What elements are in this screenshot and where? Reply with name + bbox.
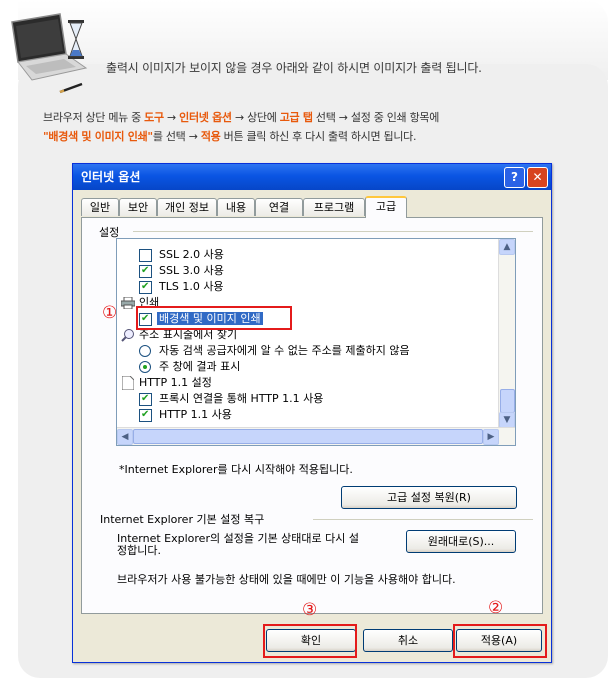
horizontal-scrollbar[interactable]: ◀ ▶ [117,427,515,445]
list-item-label: HTTP 1.1 사용 [159,408,232,421]
callout-number-2: ② [488,598,504,618]
list-item-label: 주 창에 결과 표시 [159,360,241,373]
list-item-label: 프록시 연결을 통해 HTTP 1.1 사용 [159,392,324,405]
internet-options-dialog: 인터넷 옵션 ? ✕ 일반 보안 개인 정보 내용 연결 프로그램 고급 설정 … [72,163,552,663]
list-item[interactable]: 주 창에 결과 표시 [139,359,240,375]
reset-group-label: Internet Explorer 기본 설정 복구 [100,513,265,526]
scroll-down-icon[interactable]: ▼ [499,412,515,428]
divider [313,519,533,520]
checkbox-ssl2[interactable] [139,249,152,262]
instr-text: 를 선택 → [152,130,201,143]
tab-programs[interactable]: 프로그램 [303,198,365,216]
list-item[interactable]: 프록시 연결을 통해 HTTP 1.1 사용 [139,391,323,407]
magnifier-icon [121,329,134,342]
callout-box-ok [263,624,357,658]
restart-note: *Internet Explorer를 다시 시작해야 적용됩니다. [119,463,353,476]
list-item-label: SSL 2.0 사용 [159,248,224,261]
scroll-right-icon[interactable]: ▶ [483,429,499,445]
instr-advanced-tab: 고급 탭 [279,111,313,124]
callout-number-3: ③ [302,600,318,620]
headline-text: 출력시 이미지가 보이지 않을 경우 아래와 같이 하시면 이미지가 출력 됩니… [106,61,482,75]
tab-general[interactable]: 일반 [81,198,119,216]
list-item-label: TLS 1.0 사용 [159,280,224,293]
list-item[interactable]: TLS 1.0 사용 [139,279,224,295]
checkbox-tls1[interactable] [139,279,152,295]
checkbox-http11[interactable] [139,407,152,423]
tab-privacy[interactable]: 개인 정보 [157,198,217,216]
cancel-button[interactable]: 취소 [363,629,453,652]
printer-icon [121,297,135,309]
dialog-title: 인터넷 옵션 [81,170,141,184]
list-item-label: 자동 검색 공급자에게 알 수 없는 주소를 제출하지 않음 [159,344,410,357]
instr-text: 버튼 클릭 하신 후 다시 출력 하시면 됩니다. [220,130,417,143]
settings-listbox[interactable]: SSL 2.0 사용 SSL 3.0 사용 TLS 1.0 사용 인쇄 배경색 … [116,238,516,446]
divider [133,231,533,232]
scroll-up-icon[interactable]: ▲ [499,239,515,255]
checkbox-ssl3[interactable] [139,263,152,279]
instr-text: → 상단에 [231,111,280,124]
scroll-left-icon[interactable]: ◀ [117,429,133,445]
instruction-line-1: 브라우저 상단 메뉴 중 도구 → 인터넷 옵션 → 상단에 고급 탭 선택 →… [43,109,439,125]
dialog-titlebar[interactable]: 인터넷 옵션 ? ✕ [73,164,551,190]
instr-quoted-item: "배경색 및 이미지 인쇄" [43,130,153,143]
tab-advanced[interactable]: 고급 [365,196,407,218]
instr-apply: 적용 [200,130,221,143]
list-item[interactable]: 자동 검색 공급자에게 알 수 없는 주소를 제출하지 않음 [139,343,410,359]
callout-number-1: ① [102,303,118,323]
page-icon [122,376,134,390]
instr-text: 브라우저 상단 메뉴 중 [43,111,145,124]
vertical-scrollbar[interactable]: ▲ ▼ [498,239,515,428]
tab-security[interactable]: 보안 [119,198,157,216]
list-category-label: HTTP 1.1 설정 [139,376,212,389]
list-item[interactable]: SSL 2.0 사용 [139,247,224,263]
list-item[interactable]: HTTP 1.1 사용 [139,407,232,423]
vertical-scroll-thumb[interactable] [500,389,515,413]
horizontal-scroll-thumb[interactable] [133,429,483,444]
list-item[interactable]: SSL 3.0 사용 [139,263,224,279]
laptop-icon [11,13,88,94]
reset-description-line2: 정합니다. [117,544,161,557]
tab-connections[interactable]: 연결 [255,198,303,216]
radio-show-results[interactable] [139,361,151,373]
callout-box-print-background [136,306,292,330]
callout-box-apply [453,624,547,658]
instr-text: → [163,111,180,124]
list-item-label: SSL 3.0 사용 [159,264,224,277]
instr-internet-options: 인터넷 옵션 [179,111,232,124]
list-category: HTTP 1.1 설정 [121,375,212,391]
instruction-line-2: "배경색 및 이미지 인쇄"를 선택 → 적용 버튼 클릭 하신 후 다시 출력… [43,128,416,144]
instr-text: 선택 → 설정 중 인쇄 항목에 [312,111,440,124]
pen-icon [59,82,83,94]
reset-button[interactable]: 원래대로(S)... [406,530,516,553]
hourglass-icon [68,20,84,59]
radio-do-not-submit[interactable] [139,345,151,357]
restore-advanced-button[interactable]: 고급 설정 복원(R) [341,486,517,509]
instr-menu-tools: 도구 [144,111,164,124]
close-button[interactable]: ✕ [527,167,548,188]
unusable-note: 브라우저가 사용 불가능한 상태에 있을 때에만 이 기능을 사용해야 합니다. [117,573,456,586]
help-button[interactable]: ? [504,167,525,188]
tab-content[interactable]: 내용 [217,198,255,216]
checkbox-http11-proxy[interactable] [139,391,152,407]
